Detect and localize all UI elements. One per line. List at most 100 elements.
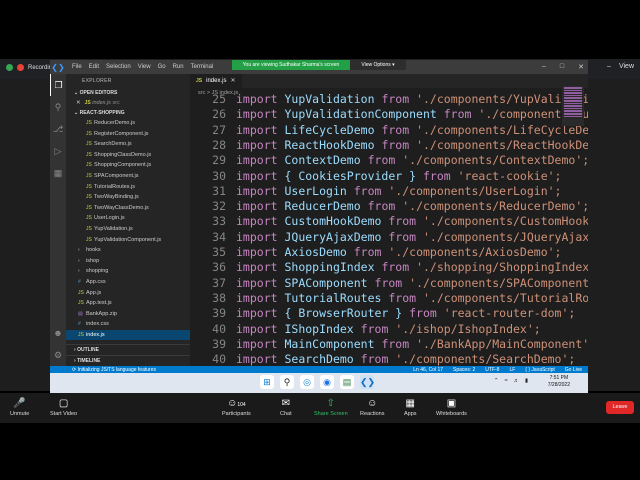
file-item[interactable]: JS TutorialRoutes.js xyxy=(66,182,190,193)
chrome-icon[interactable]: ◉ xyxy=(320,375,334,389)
reactions-button[interactable]: ☺ Reactions xyxy=(360,397,384,417)
share-screen-button[interactable]: ⇧ Share Screen xyxy=(314,397,348,417)
minimize-icon[interactable]: – xyxy=(607,63,611,70)
file-item[interactable]: JS App.js xyxy=(66,288,190,299)
close-icon[interactable]: ✕ xyxy=(578,63,584,71)
speaker-icon[interactable]: ♬ xyxy=(513,378,519,384)
whiteboards-button[interactable]: ▣ Whiteboards xyxy=(436,397,467,417)
timeline-section[interactable]: › TIMELINE xyxy=(66,355,190,365)
file-label: index.js xyxy=(86,331,105,338)
outline-section[interactable]: › OUTLINE xyxy=(66,344,190,354)
open-editor-path: src xyxy=(112,100,120,106)
file-item[interactable]: JS TwoWayClassDemo.js xyxy=(66,203,190,214)
menu-item-file[interactable]: File xyxy=(72,64,82,70)
menu-item-edit[interactable]: Edit xyxy=(89,64,99,70)
open-editors-section[interactable]: ⌄ OPEN EDITORS xyxy=(66,88,190,98)
file-item[interactable]: JS ReducerDemo.js xyxy=(66,118,190,129)
file-item[interactable]: JS ShoppingComponent.js xyxy=(66,160,190,171)
import-identifier: ContextDemo xyxy=(284,153,361,168)
file-item[interactable]: JS index.js xyxy=(66,329,190,341)
source-control-icon[interactable]: ⎇ xyxy=(50,118,66,140)
file-item[interactable]: JS YupValidation.js xyxy=(66,224,190,235)
battery-icon[interactable]: ▮ xyxy=(525,378,528,384)
unmute-button[interactable]: 🎤 Unmute xyxy=(10,397,29,417)
file-item[interactable]: JS SearchDemo.js xyxy=(66,139,190,150)
chevron-right-icon: › xyxy=(78,247,80,254)
import-identifier: JQueryAjaxDemo xyxy=(284,229,382,244)
taskbar-clock[interactable]: 7:51 PM 7/28/2022 xyxy=(548,375,570,389)
folder-item[interactable]: › shopping xyxy=(66,266,190,277)
file-item[interactable]: JS ShoppingClassDemo.js xyxy=(66,150,190,161)
code-text: import { BrowserRouter } from 'react-rou… xyxy=(236,306,575,320)
menu-item-view[interactable]: View xyxy=(138,64,151,70)
participants-button[interactable]: ☺104 Participants xyxy=(222,397,251,417)
code-text: import YupValidationComponent from './co… xyxy=(236,107,588,121)
code-editor[interactable]: 25 import YupValidation from './component… xyxy=(190,92,588,366)
windows-start-icon[interactable]: ⊞ xyxy=(260,375,274,389)
gear-icon[interactable]: ⚙ xyxy=(50,344,66,366)
file-label: UserLogin.js xyxy=(94,215,125,222)
apps-button[interactable]: ▦ Apps xyxy=(404,397,417,417)
file-item[interactable]: JS YupValidationComponent.js xyxy=(66,235,190,246)
chevron-up-icon[interactable]: ⌃ xyxy=(494,378,499,384)
line-number: 36 xyxy=(212,260,226,275)
file-item[interactable]: # App.css xyxy=(66,277,190,288)
file-item[interactable]: JS SPAComponent.js xyxy=(66,171,190,182)
document-icon[interactable]: ▤ xyxy=(340,375,354,389)
explorer-icon[interactable]: ❐ xyxy=(50,74,66,96)
vscode-taskbar-icon[interactable]: ❮❯ xyxy=(360,375,375,389)
open-editor-item[interactable]: ✕ JS index.js src xyxy=(66,98,190,108)
close-icon[interactable]: ✕ xyxy=(230,74,235,88)
line-number: 31 xyxy=(212,183,226,198)
browser-right-label[interactable]: View xyxy=(619,63,634,70)
browser-tab[interactable]: Recordin xyxy=(6,64,52,71)
menu-item-selection[interactable]: Selection xyxy=(106,64,131,70)
chat-button[interactable]: ✉ Chat xyxy=(280,397,292,417)
js-file-icon: JS xyxy=(86,194,92,201)
minimap[interactable] xyxy=(562,86,584,126)
minimize-icon[interactable]: – xyxy=(542,63,546,71)
project-section[interactable]: ⌄ REACT-SHOPPING xyxy=(66,108,190,118)
js-file-icon: JS xyxy=(86,141,92,148)
file-item[interactable]: ▤ BankApp.zip xyxy=(66,309,190,320)
keyword-from: from xyxy=(381,92,410,106)
extensions-icon[interactable]: ▦ xyxy=(50,162,66,184)
import-path: './components/AxiosDemo'; xyxy=(388,245,562,259)
code-text: import UserLogin from './components/User… xyxy=(236,184,561,198)
folder-item[interactable]: › hooks xyxy=(66,245,190,256)
file-label: RegisterComponent.js xyxy=(94,130,149,137)
import-identifier: UserLogin xyxy=(284,183,347,198)
file-item[interactable]: JS RegisterComponent.js xyxy=(66,129,190,140)
keyword-from: from xyxy=(422,168,451,183)
view-options-button[interactable]: View Options ▾ xyxy=(350,60,406,70)
close-icon[interactable]: ✕ xyxy=(76,100,81,106)
file-item[interactable]: JS TwoWayBinding.js xyxy=(66,192,190,203)
file-label: ShoppingComponent.js xyxy=(94,162,152,169)
file-item[interactable]: # index.css xyxy=(66,319,190,330)
maximize-icon[interactable]: □ xyxy=(560,63,564,71)
import-identifier: ReducerDemo xyxy=(284,199,361,214)
import-identifier: LifeCycleDemo xyxy=(284,122,375,137)
wifi-icon[interactable]: ≈ xyxy=(504,378,507,384)
leave-button[interactable]: Leave xyxy=(606,401,634,414)
tab-index-js[interactable]: JS index.js ✕ xyxy=(190,74,242,88)
menu-item-go[interactable]: Go xyxy=(158,64,166,70)
file-item[interactable]: JS App.test.js xyxy=(66,298,190,309)
account-icon[interactable]: ☻ xyxy=(50,322,66,344)
keyword-import: import xyxy=(236,183,278,198)
file-label: BankApp.zip xyxy=(86,310,117,317)
file-label: SPAComponent.js xyxy=(94,172,139,179)
search-icon[interactable]: ⚲ xyxy=(280,375,294,389)
menu-item-run[interactable]: Run xyxy=(173,64,184,70)
search-icon[interactable]: ⚲ xyxy=(50,96,66,118)
edge-icon[interactable]: ◎ xyxy=(300,375,314,389)
import-identifier: AxiosDemo xyxy=(284,245,347,259)
keyword-import: import xyxy=(236,153,278,168)
folder-item[interactable]: › ishop xyxy=(66,256,190,267)
start-video-button[interactable]: ▢ Start Video xyxy=(50,397,77,417)
run-debug-icon[interactable]: ▷ xyxy=(50,140,66,162)
menu-item-terminal[interactable]: Terminal xyxy=(191,64,214,70)
file-item[interactable]: JS UserLogin.js xyxy=(66,213,190,224)
keyword-from: from xyxy=(381,122,410,137)
file-label: ReducerDemo.js xyxy=(94,120,135,126)
